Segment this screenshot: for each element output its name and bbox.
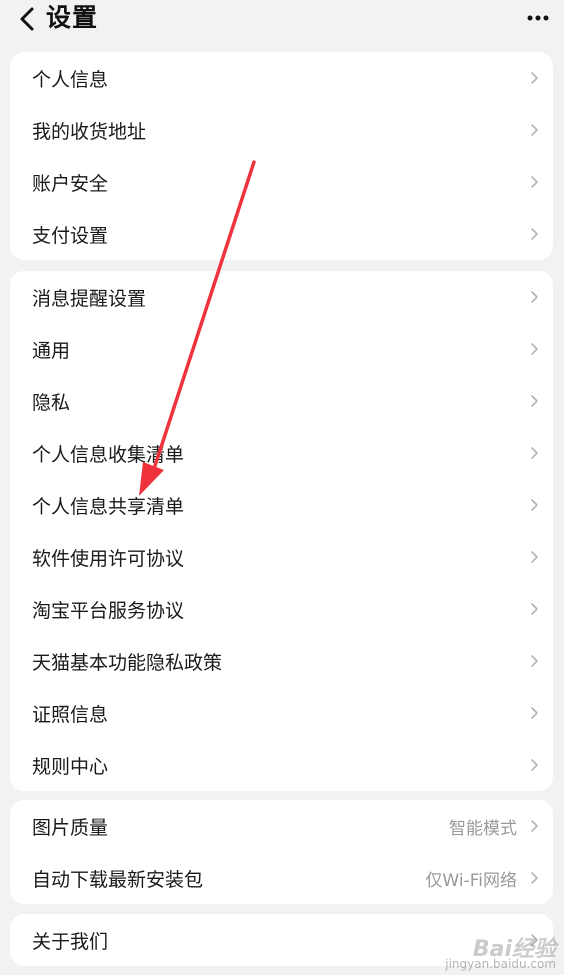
row-label: 隐私 [32, 391, 71, 414]
chevron-right-icon [529, 445, 539, 461]
row-label: 个人信息收集清单 [32, 443, 185, 466]
row-label: 软件使用许可协议 [32, 547, 185, 570]
watermark-url: jingyan.baidu.com [445, 957, 556, 971]
back-button[interactable] [14, 4, 40, 34]
settings-row-shipping-address[interactable]: 我的收货地址 [10, 104, 553, 156]
more-horizontal-icon [527, 15, 549, 21]
row-label: 消息提醒设置 [32, 287, 147, 310]
chevron-left-icon [20, 7, 34, 31]
row-label: 支付设置 [32, 224, 109, 247]
page-title: 设置 [46, 3, 99, 32]
settings-row-payment-settings[interactable]: 支付设置 [10, 208, 553, 260]
settings-row-tmall-privacy-policy[interactable]: 天猫基本功能隐私政策 [10, 635, 553, 687]
settings-row-info-sharing-list[interactable]: 个人信息共享清单 [10, 479, 553, 531]
settings-row-rules-center[interactable]: 规则中心 [10, 739, 553, 791]
chevron-right-icon [529, 653, 539, 669]
header-bar: 设置 [0, 0, 564, 44]
settings-row-taobao-service-agreement[interactable]: 淘宝平台服务协议 [10, 583, 553, 635]
settings-row-auto-download[interactable]: 自动下载最新安装包 仅Wi-Fi网络 [10, 852, 553, 904]
row-label: 淘宝平台服务协议 [32, 599, 185, 622]
settings-row-license-info[interactable]: 证照信息 [10, 687, 553, 739]
settings-card-general: 消息提醒设置 通用 隐私 个人信息收集清单 个人信息共享清单 软件使用许可协议 … [10, 271, 553, 791]
settings-row-privacy[interactable]: 隐私 [10, 375, 553, 427]
chevron-right-icon [529, 393, 539, 409]
row-label: 规则中心 [32, 755, 109, 778]
chevron-right-icon [529, 122, 539, 138]
chevron-right-icon [529, 289, 539, 305]
chevron-right-icon [529, 226, 539, 242]
chevron-right-icon [529, 601, 539, 617]
settings-row-image-quality[interactable]: 图片质量 智能模式 [10, 800, 553, 852]
row-value: 仅Wi-Fi网络 [425, 870, 517, 891]
settings-row-personal-info[interactable]: 个人信息 [10, 52, 553, 104]
chevron-right-icon [529, 818, 539, 834]
row-value: 智能模式 [449, 818, 517, 839]
settings-row-account-security[interactable]: 账户安全 [10, 156, 553, 208]
chevron-right-icon [529, 757, 539, 773]
more-button[interactable] [526, 6, 550, 30]
chevron-right-icon [529, 174, 539, 190]
settings-row-license-agreement[interactable]: 软件使用许可协议 [10, 531, 553, 583]
settings-row-general[interactable]: 通用 [10, 323, 553, 375]
chevron-right-icon [529, 549, 539, 565]
row-label: 个人信息共享清单 [32, 495, 185, 518]
settings-row-info-collection-list[interactable]: 个人信息收集清单 [10, 427, 553, 479]
chevron-right-icon [529, 70, 539, 86]
settings-card-media: 图片质量 智能模式 自动下载最新安装包 仅Wi-Fi网络 [10, 800, 553, 904]
row-label: 天猫基本功能隐私政策 [32, 651, 223, 674]
row-label: 图片质量 [32, 816, 109, 839]
row-label: 我的收货地址 [32, 120, 147, 143]
chevron-right-icon [529, 705, 539, 721]
row-label: 个人信息 [32, 68, 109, 91]
chevron-right-icon [529, 870, 539, 886]
watermark-logo: Bai经验 [472, 937, 556, 962]
row-label: 账户安全 [32, 172, 109, 195]
chevron-right-icon [529, 341, 539, 357]
settings-card-account: 个人信息 我的收货地址 账户安全 支付设置 [10, 52, 553, 260]
row-label: 通用 [32, 339, 71, 362]
settings-row-notification-settings[interactable]: 消息提醒设置 [10, 271, 553, 323]
chevron-right-icon [529, 497, 539, 513]
watermark: Bai经验 jingyan.baidu.com [445, 937, 556, 972]
row-label: 证照信息 [32, 703, 109, 726]
row-label: 自动下载最新安装包 [32, 868, 204, 891]
